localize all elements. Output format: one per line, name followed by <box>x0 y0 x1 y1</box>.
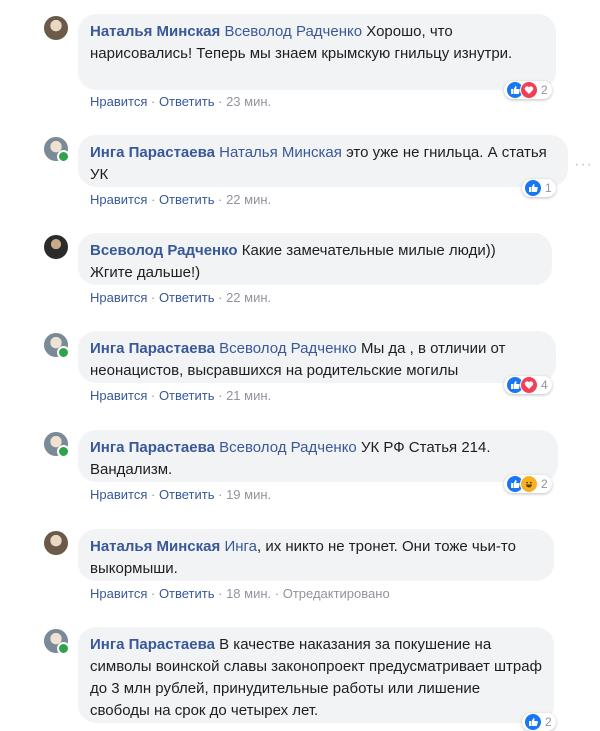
comment-mention[interactable]: Всеволод Радченко <box>224 23 362 40</box>
avatar[interactable] <box>44 432 70 458</box>
reaction-summary[interactable]: 2 <box>522 713 556 731</box>
separator: · <box>147 586 159 601</box>
reaction-summary[interactable]: 1 <box>522 179 556 197</box>
comment-mention[interactable]: Инга <box>224 538 257 555</box>
online-status-dot <box>57 445 70 458</box>
timestamp[interactable]: 22 мин. <box>226 192 271 207</box>
comment-author[interactable]: Всеволод Радченко <box>90 242 238 259</box>
comment-bubble: Наталья Минская Инга, их никто не тронет… <box>78 529 554 581</box>
comment-bubble: Наталья Минская Всеволод Радченко Хорошо… <box>78 14 556 90</box>
comment-bubble: Инга Парастаева Всеволод Радченко УК РФ … <box>78 430 558 482</box>
timestamp[interactable]: 18 мин. <box>226 586 271 601</box>
separator: · <box>214 487 227 502</box>
timestamp[interactable]: 19 мин. <box>226 487 271 502</box>
separator: · <box>271 586 283 601</box>
separator: · <box>214 586 227 601</box>
comment-author[interactable]: Наталья Минская <box>90 538 220 555</box>
haha-icon <box>520 475 538 493</box>
like-link[interactable]: Нравится <box>90 192 147 207</box>
comment-actions: Нравится · Ответить · 19 мин. <box>90 487 271 502</box>
reply-link[interactable]: Ответить <box>159 586 215 601</box>
online-status-dot <box>57 150 70 163</box>
comment-author[interactable]: Инга Парастаева <box>90 340 215 357</box>
separator: · <box>147 94 159 109</box>
comment-actions: Нравится · Ответить · 21 мин. <box>90 388 271 403</box>
avatar[interactable] <box>44 137 70 163</box>
avatar[interactable] <box>44 16 68 40</box>
like-link[interactable]: Нравится <box>90 388 147 403</box>
reaction-count: 2 <box>545 715 552 729</box>
reply-link[interactable]: Ответить <box>159 192 215 207</box>
reaction-summary[interactable]: 4 <box>504 376 552 394</box>
separator: · <box>147 290 159 305</box>
separator: · <box>147 487 159 502</box>
reaction-count: 4 <box>541 378 548 392</box>
love-icon <box>520 81 538 99</box>
comment-author[interactable]: Наталья Минская <box>90 23 220 40</box>
like-icon <box>524 179 542 197</box>
reply-link[interactable]: Ответить <box>159 290 215 305</box>
love-icon <box>520 376 538 394</box>
separator: · <box>214 290 227 305</box>
avatar[interactable] <box>44 235 68 259</box>
reaction-count: 2 <box>541 477 548 491</box>
like-link[interactable]: Нравится <box>90 94 147 109</box>
reaction-count: 2 <box>541 83 548 97</box>
reaction-count: 1 <box>545 181 552 195</box>
timestamp[interactable]: 22 мин. <box>226 290 271 305</box>
separator: · <box>147 388 159 403</box>
comment-author[interactable]: Инга Парастаева <box>90 439 215 456</box>
separator: · <box>214 388 227 403</box>
like-link[interactable]: Нравится <box>90 487 147 502</box>
avatar[interactable] <box>44 333 70 359</box>
avatar[interactable] <box>44 531 68 555</box>
comment-mention[interactable]: Всеволод Радченко <box>219 439 357 456</box>
edited-label[interactable]: Отредактировано <box>283 586 390 601</box>
comment-mention[interactable]: Всеволод Радченко <box>219 340 357 357</box>
comment-actions: Нравится · Ответить · 22 мин. <box>90 192 271 207</box>
online-status-dot <box>57 346 70 359</box>
comment-actions: Нравится · Ответить · 22 мин. <box>90 290 271 305</box>
reaction-summary[interactable]: 2 <box>504 475 552 493</box>
more-options-icon[interactable]: ··· <box>574 156 593 174</box>
like-link[interactable]: Нравится <box>90 290 147 305</box>
reply-link[interactable]: Ответить <box>159 94 215 109</box>
comment-bubble: Инга Парастаева Всеволод Радченко Мы да … <box>78 331 556 383</box>
comment-author[interactable]: Инга Парастаева <box>90 144 215 161</box>
comment-actions: Нравится · Ответить · 23 мин. <box>90 94 271 109</box>
reaction-summary[interactable]: 2 <box>504 81 552 99</box>
timestamp[interactable]: 23 мин. <box>226 94 271 109</box>
reply-link[interactable]: Ответить <box>159 487 215 502</box>
separator: · <box>214 94 227 109</box>
comment-bubble: Инга Парастаева В качестве наказания за … <box>78 627 554 723</box>
comment-author[interactable]: Инга Парастаева <box>90 636 215 653</box>
reply-link[interactable]: Ответить <box>159 388 215 403</box>
comment-mention[interactable]: Наталья Минская <box>219 144 342 161</box>
separator: · <box>147 192 159 207</box>
comment-bubble: Инга Парастаева Наталья Минская это уже … <box>78 135 568 187</box>
online-status-dot <box>57 642 70 655</box>
like-link[interactable]: Нравится <box>90 586 147 601</box>
avatar[interactable] <box>44 629 70 655</box>
like-icon <box>524 713 542 731</box>
timestamp[interactable]: 21 мин. <box>226 388 271 403</box>
comment-actions: Нравится · Ответить · 18 мин. · Отредакт… <box>90 586 390 601</box>
comment-bubble: Всеволод Радченко Какие замечательные ми… <box>78 233 552 285</box>
separator: · <box>214 192 227 207</box>
